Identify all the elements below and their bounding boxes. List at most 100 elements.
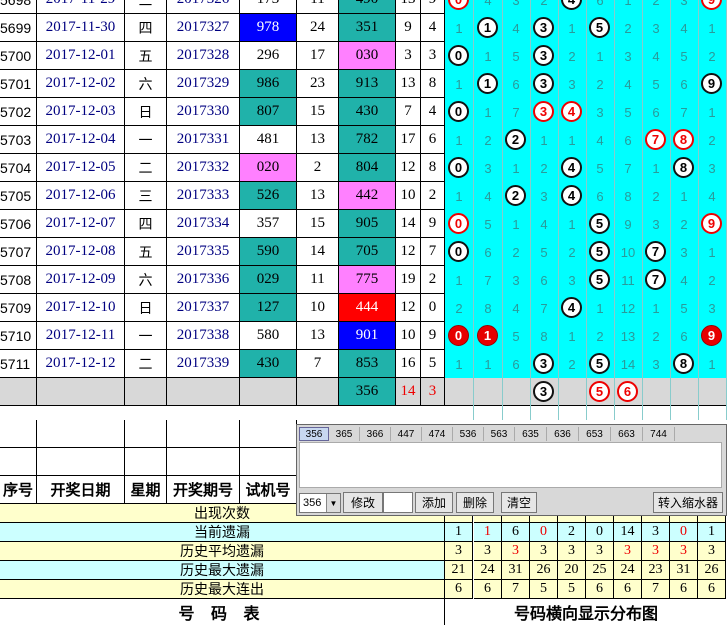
dist-digit: 3: [568, 76, 576, 92]
header-seq: 序号: [0, 476, 37, 504]
cell-date: 2017-12-06: [37, 182, 125, 210]
stat-value: 6: [445, 580, 473, 599]
panel-tab-365[interactable]: 365: [329, 427, 360, 441]
cell-week: 六: [125, 266, 167, 294]
cell-date: 2017-11-29: [37, 0, 125, 14]
panel-tab-635[interactable]: 635: [515, 427, 547, 441]
stat-value: 1: [698, 523, 726, 542]
panel-tab-356[interactable]: 356: [299, 427, 329, 441]
dist-digit: 1: [652, 300, 660, 316]
cell-sum: 13: [297, 126, 339, 154]
draw-ball-9: 9: [701, 73, 722, 94]
cell-test: 580: [240, 322, 297, 350]
dist-digit: 1: [484, 356, 492, 372]
dist-digit: 14: [620, 356, 636, 372]
dist-digit: 4: [680, 20, 688, 36]
panel-tab-744[interactable]: 744: [643, 427, 675, 441]
panel-tab-366[interactable]: 366: [360, 427, 391, 441]
blank-cell: [167, 448, 240, 476]
stat-value: 7: [502, 580, 530, 599]
cell-draw: 913: [339, 70, 396, 98]
predict-draw: 356: [339, 378, 396, 406]
grid-line: [558, 0, 559, 420]
cell-draw: 351: [339, 14, 396, 42]
cell-seq: 5701: [0, 70, 37, 98]
cell-s: 17: [396, 126, 421, 154]
panel-select[interactable]: 356 ▼: [299, 493, 341, 513]
cell-issue: 2017335: [167, 238, 240, 266]
stat-value: 3: [642, 523, 670, 542]
cell-issue: 2017337: [167, 294, 240, 322]
panel-tab-636[interactable]: 636: [547, 427, 579, 441]
cell-sum: 15: [297, 98, 339, 126]
draw-ball-5: 5: [589, 353, 610, 374]
cell-week: 六: [125, 70, 167, 98]
cell-s: 13: [396, 0, 421, 14]
cell-draw: 030: [339, 42, 396, 70]
panel-tab-474[interactable]: 474: [422, 427, 453, 441]
dist-digit: 1: [540, 132, 548, 148]
cell-draw: 901: [339, 322, 396, 350]
panel-list-area[interactable]: [299, 442, 722, 488]
dist-digit: 2: [568, 244, 576, 260]
panel-modify-button[interactable]: 修改: [343, 492, 383, 513]
panel-send-button[interactable]: 转入缩水器: [653, 492, 723, 513]
dist-digit: 8: [540, 328, 548, 344]
dist-digit: 4: [484, 188, 492, 204]
draw-ball-1: 1: [477, 17, 498, 38]
dist-digit: 3: [624, 48, 632, 64]
stat-value: 3: [445, 542, 473, 561]
dist-digit: 3: [652, 356, 660, 372]
cell-sum: 13: [297, 182, 339, 210]
panel-delete-button[interactable]: 删除: [456, 492, 494, 513]
predict-issue: [167, 378, 240, 406]
panel-tab-653[interactable]: 653: [579, 427, 611, 441]
stat-value: 6: [698, 580, 726, 599]
panel-select-value: 356: [303, 497, 322, 509]
panel-clear-button[interactable]: 清空: [501, 492, 537, 513]
panel-tab-447[interactable]: 447: [391, 427, 422, 441]
grid-line: [642, 0, 643, 420]
grid-line: [614, 0, 615, 420]
stat-label: 历史最大遗漏: [0, 561, 445, 580]
panel-input[interactable]: [383, 492, 413, 513]
draw-ball-2: 2: [505, 185, 526, 206]
stat-value: 26: [698, 561, 726, 580]
blank-cell: [37, 448, 125, 476]
stat-value: 6: [474, 580, 502, 599]
stat-value: 3: [558, 542, 586, 561]
stat-value: 24: [474, 561, 502, 580]
header-issue: 开奖期号: [167, 476, 240, 504]
grid-line: [698, 0, 699, 420]
blank-cell: [125, 448, 167, 476]
dist-digit: 1: [680, 188, 688, 204]
cell-s: 12: [396, 154, 421, 182]
panel-add-button[interactable]: 添加: [415, 492, 453, 513]
cell-date: 2017-12-11: [37, 322, 125, 350]
dist-digit: 2: [624, 20, 632, 36]
chevron-down-icon[interactable]: ▼: [326, 494, 340, 512]
cell-k: 6: [421, 126, 445, 154]
draw-ball-4: 4: [561, 185, 582, 206]
cell-draw: 705: [339, 238, 396, 266]
draw-ball-5: 5: [589, 213, 610, 234]
cell-sum: 24: [297, 14, 339, 42]
draw-ball-3: 3: [533, 101, 554, 122]
cell-issue: 2017328: [167, 42, 240, 70]
panel-tab-536[interactable]: 536: [453, 427, 484, 441]
dist-digit: 1: [596, 48, 604, 64]
draw-ball-3: 3: [533, 17, 554, 38]
panel-tab-663[interactable]: 663: [611, 427, 643, 441]
cell-test: 590: [240, 238, 297, 266]
cell-s: 19: [396, 266, 421, 294]
cell-s: 10: [396, 182, 421, 210]
dist-digit: 5: [596, 160, 604, 176]
grid-line: [586, 0, 587, 420]
cell-test: 978: [240, 14, 297, 42]
cell-week: 二: [125, 350, 167, 378]
panel-tab-563[interactable]: 563: [484, 427, 515, 441]
cell-s: 3: [396, 42, 421, 70]
draw-ball-4: 4: [561, 157, 582, 178]
cell-sum: 11: [297, 0, 339, 14]
stat-value: 0: [586, 523, 614, 542]
